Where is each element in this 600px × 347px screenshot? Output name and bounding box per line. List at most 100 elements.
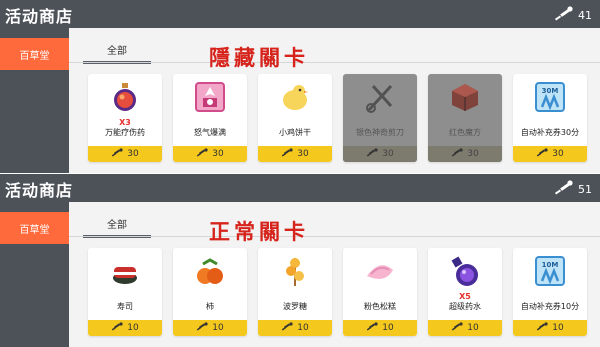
key-icon [196, 147, 208, 161]
currency-display: 51 [554, 180, 592, 199]
key-icon [111, 321, 123, 335]
candy-skewer-icon [278, 254, 312, 288]
currency-count: 41 [578, 9, 592, 22]
item-card: 红色魔方 30 [428, 74, 502, 162]
tab-divider [69, 236, 600, 237]
auto-refill-30m-icon: 30M [533, 80, 567, 114]
price-button: 30 [428, 146, 502, 162]
item-price: 10 [552, 323, 564, 333]
tab-all[interactable]: 全部 [83, 42, 151, 63]
item-price: 30 [467, 149, 479, 159]
tab-divider [69, 62, 600, 63]
item-name: 小鸡饼干 [279, 128, 311, 137]
silver-scissors-icon [363, 80, 397, 114]
item-card[interactable]: 小鸡饼干 30 [258, 74, 332, 162]
red-cube-icon [448, 80, 482, 114]
item-name: 粉色松糕 [364, 302, 396, 311]
price-button[interactable]: 10 [513, 320, 587, 336]
item-name: 自动补充券10分 [520, 302, 580, 311]
item-price: 10 [212, 323, 224, 333]
price-button[interactable]: 10 [88, 320, 162, 336]
auto-refill-10m-icon: 10M [533, 254, 567, 288]
key-icon [536, 147, 548, 161]
item-price: 30 [382, 149, 394, 159]
sidebar: 百草堂 [0, 202, 69, 347]
key-icon [451, 147, 463, 161]
item-name: 自动补充券30分 [520, 128, 580, 137]
item-name: 银色神奇剪刀 [356, 128, 404, 137]
svg-text:30M: 30M [542, 87, 559, 95]
key-icon [536, 321, 548, 335]
item-price: 30 [552, 149, 564, 159]
item-name: 万能疗伤药 [105, 128, 145, 137]
stage-label: 隱藏關卡 [209, 45, 309, 70]
tab-all[interactable]: 全部 [83, 216, 151, 237]
key-icon [196, 321, 208, 335]
item-price: 10 [467, 323, 479, 333]
currency-display: 41 [554, 6, 592, 25]
potion-icon [108, 80, 142, 114]
item-card[interactable]: 柿 10 [173, 248, 247, 336]
price-button: 30 [343, 146, 417, 162]
item-price: 10 [127, 323, 139, 333]
item-area: 全部 正常關卡 寿司 10 柿 10 波罗糖 10 粉色松糕 10 X5 超级药… [69, 202, 600, 347]
item-price: 30 [127, 149, 139, 159]
shop-panel-normal: 活动商店 51 百草堂 全部 正常關卡 寿司 10 柿 10 波罗糖 10 粉色… [0, 174, 600, 347]
price-button[interactable]: 30 [88, 146, 162, 162]
sushi-icon [108, 254, 142, 288]
chick-cookie-icon [278, 80, 312, 114]
item-name: 红色魔方 [449, 128, 481, 137]
item-card[interactable]: 寿司 10 [88, 248, 162, 336]
item-card[interactable]: X5 超级药水 10 [428, 248, 502, 336]
item-quantity: X3 [119, 118, 131, 127]
item-name: 柿 [206, 302, 214, 311]
item-card[interactable]: 10M 自动补充券10分 10 [513, 248, 587, 336]
sidebar: 百草堂 [0, 28, 69, 173]
item-price: 30 [297, 149, 309, 159]
item-card[interactable]: 波罗糖 10 [258, 248, 332, 336]
key-icon [451, 321, 463, 335]
item-card: 银色神奇剪刀 30 [343, 74, 417, 162]
price-button[interactable]: 10 [343, 320, 417, 336]
price-button[interactable]: 30 [513, 146, 587, 162]
shop-title: 活动商店 [5, 181, 74, 200]
key-icon [366, 147, 378, 161]
sidebar-tab-baicaotang[interactable]: 百草堂 [0, 212, 69, 244]
price-button[interactable]: 10 [173, 320, 247, 336]
item-name: 超级药水 [449, 302, 481, 311]
rage-burst-icon [193, 80, 227, 114]
item-name: 怒气爆满 [194, 128, 226, 137]
item-name: 波罗糖 [283, 302, 307, 311]
item-card[interactable]: 怒气爆满 30 [173, 74, 247, 162]
currency-count: 51 [578, 183, 592, 196]
key-icon [281, 321, 293, 335]
price-button[interactable]: 30 [258, 146, 332, 162]
stage-label: 正常關卡 [209, 219, 309, 244]
sidebar-tab-baicaotang[interactable]: 百草堂 [0, 38, 69, 70]
item-price: 10 [297, 323, 309, 333]
svg-text:10M: 10M [542, 261, 559, 269]
key-icon [281, 147, 293, 161]
pink-cake-icon [363, 254, 397, 288]
item-card[interactable]: X3 万能疗伤药 30 [88, 74, 162, 162]
price-button[interactable]: 10 [258, 320, 332, 336]
item-price: 30 [212, 149, 224, 159]
item-card[interactable]: 粉色松糕 10 [343, 248, 417, 336]
shop-panel-hidden: 活动商店 41 百草堂 全部 隱藏關卡 X3 万能疗伤药 30 怒气爆满 30 … [0, 0, 600, 173]
key-icon [111, 147, 123, 161]
title-bar: 活动商店 51 [0, 174, 600, 202]
super-potion-icon [448, 254, 482, 288]
key-icon [554, 180, 574, 199]
persimmon-icon [193, 254, 227, 288]
price-button[interactable]: 30 [173, 146, 247, 162]
item-area: 全部 隱藏關卡 X3 万能疗伤药 30 怒气爆满 30 小鸡饼干 30 银色神奇… [69, 28, 600, 173]
shop-title: 活动商店 [5, 7, 74, 26]
item-name: 寿司 [117, 302, 133, 311]
item-price: 10 [382, 323, 394, 333]
price-button[interactable]: 10 [428, 320, 502, 336]
key-icon [554, 6, 574, 25]
key-icon [366, 321, 378, 335]
item-quantity: X5 [459, 292, 471, 301]
item-card[interactable]: 30M 自动补充券30分 30 [513, 74, 587, 162]
title-bar: 活动商店 41 [0, 0, 600, 28]
